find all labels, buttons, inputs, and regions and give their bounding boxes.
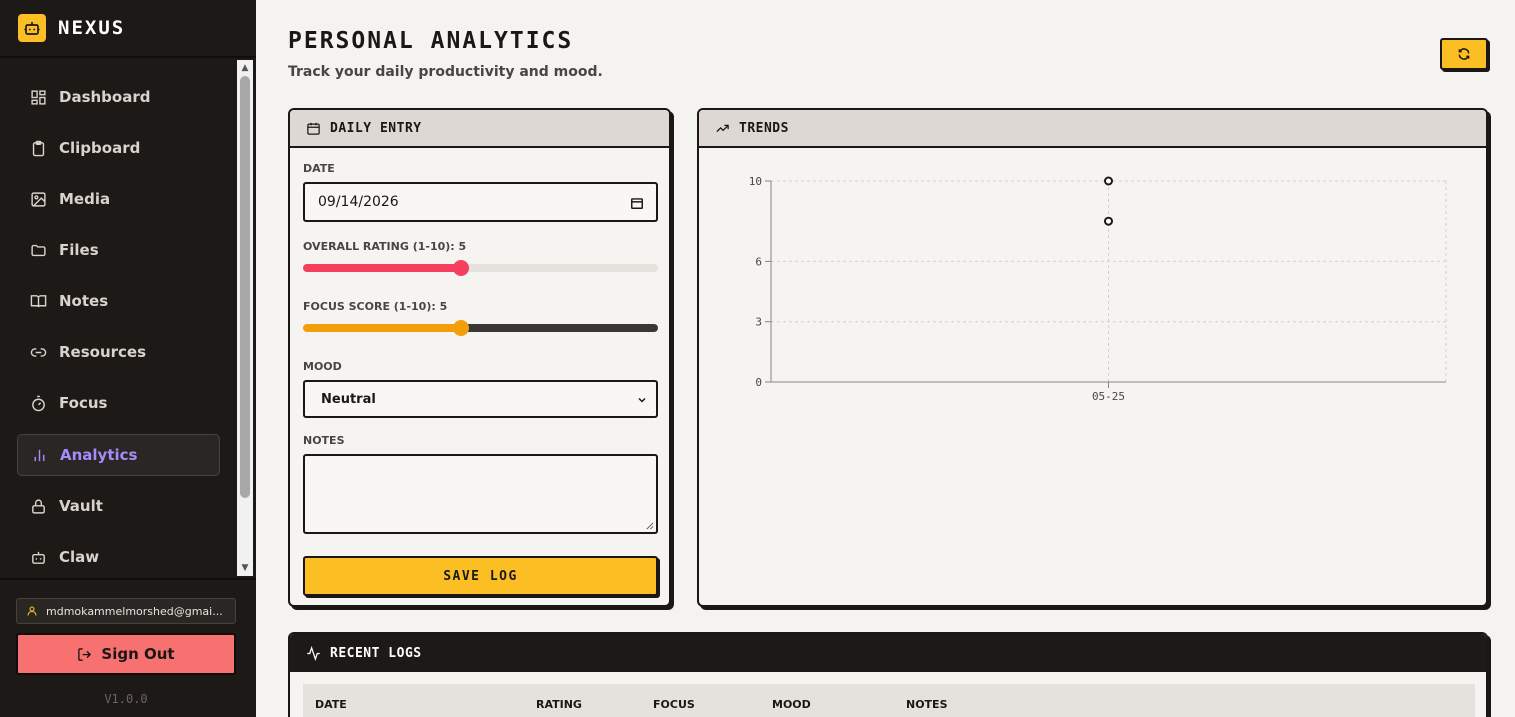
book-icon — [30, 294, 47, 307]
date-label: DATE — [303, 162, 335, 175]
date-input[interactable]: 09/14/2026 — [303, 182, 658, 222]
y-tick-label: 6 — [755, 255, 762, 268]
column-header-date: DATE — [315, 698, 347, 711]
user-chip[interactable]: mdmokammelmorshed@gmai... — [16, 598, 236, 624]
column-header-focus: FOCUS — [653, 698, 695, 711]
sidebar-nav: Dashboard Clipboard Media Files Notes Re… — [0, 60, 236, 576]
notes-textarea[interactable] — [303, 454, 658, 534]
mood-label: MOOD — [303, 360, 342, 373]
resize-grip-icon[interactable] — [645, 521, 654, 530]
bot-logo-icon — [18, 14, 46, 42]
y-tick-label: 3 — [755, 316, 762, 329]
scroll-down-icon[interactable]: ▼ — [237, 561, 253, 575]
recent-logs-header: RECENT LOGS — [290, 634, 1486, 672]
sidebar-item-label: Resources — [59, 343, 147, 361]
mood-select[interactable]: Neutral — [303, 380, 658, 418]
brand[interactable]: NEXUS — [0, 0, 256, 58]
mood-value: Neutral — [321, 391, 376, 407]
sidebar-item-vault[interactable]: Vault — [17, 485, 220, 527]
activity-icon — [307, 645, 320, 661]
sidebar-item-resources[interactable]: Resources — [17, 331, 220, 373]
sidebar-footer: mdmokammelmorshed@gmai... Sign Out V1.0.… — [0, 578, 256, 717]
data-point — [1104, 216, 1113, 226]
x-tick-label: 05-25 — [1092, 390, 1125, 403]
image-icon — [31, 191, 46, 207]
data-point — [1104, 176, 1113, 186]
sidebar-scrollbar[interactable]: ▲ ▼ — [237, 60, 253, 576]
sign-out-label: Sign Out — [101, 645, 175, 663]
column-header-rating: RATING — [536, 698, 582, 711]
sidebar-item-label: Notes — [59, 292, 109, 310]
date-value: 09/14/2026 — [318, 194, 399, 210]
folder-icon — [31, 244, 46, 256]
trends-title: TRENDS — [739, 120, 789, 136]
column-header-mood: MOOD — [772, 698, 811, 711]
rating-slider[interactable] — [303, 260, 658, 276]
y-tick-label: 0 — [755, 376, 762, 389]
user-email: mdmokammelmorshed@gmai... — [46, 604, 223, 618]
sidebar-item-label: Clipboard — [59, 139, 141, 157]
daily-entry-title: DAILY ENTRY — [330, 120, 422, 136]
sign-out-button[interactable]: Sign Out — [16, 633, 236, 675]
app-version: V1.0.0 — [104, 692, 148, 706]
recent-logs-table-header: DATE RATING FOCUS MOOD NOTES — [303, 684, 1475, 717]
bot-icon — [32, 551, 45, 564]
daily-entry-header: DAILY ENTRY — [290, 110, 669, 148]
rating-slider-thumb[interactable] — [452, 260, 469, 276]
sidebar-item-label: Dashboard — [59, 88, 151, 106]
clipboard-icon — [32, 140, 45, 156]
link-icon — [30, 347, 47, 357]
sidebar-item-label: Files — [59, 241, 99, 259]
focus-slider-thumb[interactable] — [452, 320, 469, 336]
trending-up-icon — [716, 124, 729, 132]
recent-logs-card: RECENT LOGS DATE RATING FOCUS MOOD NOTES — [288, 632, 1488, 717]
sidebar-item-files[interactable]: Files — [17, 229, 220, 271]
notes-label: NOTES — [303, 434, 345, 447]
page-title: PERSONAL ANALYTICS — [288, 28, 574, 54]
sidebar-item-label: Claw — [59, 548, 100, 566]
chevron-down-icon — [638, 397, 646, 403]
focus-label: FOCUS SCORE (1-10): 5 — [303, 300, 448, 313]
calendar-picker-icon[interactable] — [630, 196, 644, 210]
grid-icon — [31, 89, 46, 105]
sidebar-item-dashboard[interactable]: Dashboard — [17, 76, 220, 118]
focus-slider[interactable] — [303, 320, 658, 336]
sidebar-item-label: Focus — [59, 394, 108, 412]
sidebar-item-analytics[interactable]: Analytics — [17, 434, 220, 476]
recent-logs-title: RECENT LOGS — [330, 645, 422, 661]
trends-header: TRENDS — [699, 110, 1486, 148]
calendar-icon — [307, 122, 320, 135]
y-tick-label: 10 — [749, 175, 762, 188]
sidebar-item-media[interactable]: Media — [17, 178, 220, 220]
sidebar-item-label: Vault — [59, 497, 103, 515]
trends-card: TRENDS 0 3 6 10 05-25 — [697, 108, 1488, 607]
sidebar-item-label: Media — [59, 190, 111, 208]
lock-icon — [32, 498, 45, 514]
app-name: NEXUS — [58, 17, 126, 39]
scrollbar-thumb[interactable] — [240, 76, 250, 498]
logout-icon — [78, 647, 92, 661]
sidebar: NEXUS Dashboard Clipboard Media Files No… — [0, 0, 256, 717]
sidebar-item-focus[interactable]: Focus — [17, 382, 220, 424]
trends-chart: 0 3 6 10 05-25 — [749, 175, 1447, 403]
column-header-notes: NOTES — [906, 698, 948, 711]
bar-chart-icon — [34, 449, 45, 461]
refresh-icon — [1458, 48, 1470, 60]
timer-icon — [32, 395, 45, 411]
rating-label: OVERALL RATING (1-10): 5 — [303, 240, 467, 253]
user-icon — [27, 606, 37, 616]
page-subtitle: Track your daily productivity and mood. — [288, 64, 603, 80]
sidebar-item-notes[interactable]: Notes — [17, 280, 220, 322]
refresh-button[interactable] — [1440, 38, 1488, 70]
scroll-up-icon[interactable]: ▲ — [237, 61, 253, 75]
save-log-button[interactable]: SAVE LOG — [303, 556, 658, 596]
sidebar-item-clipboard[interactable]: Clipboard — [17, 127, 220, 169]
sidebar-item-claw[interactable]: Claw — [17, 536, 220, 576]
sidebar-item-label: Analytics — [60, 446, 138, 464]
daily-entry-card: DAILY ENTRY DATE 09/14/2026 OVERALL RATI… — [288, 108, 671, 607]
